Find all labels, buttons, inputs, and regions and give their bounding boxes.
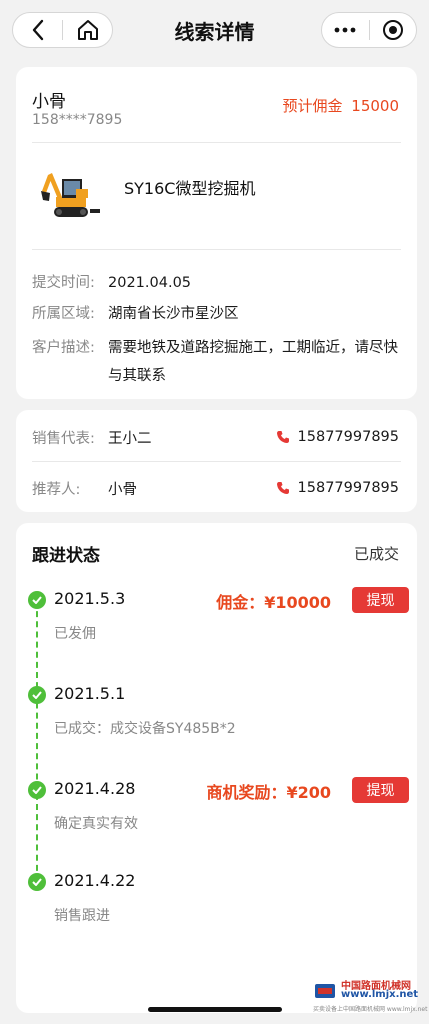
region-value: 湖南省长沙市星沙区 [108, 306, 239, 322]
check-circle-icon [28, 686, 46, 704]
lmjx-logo-icon [315, 984, 335, 998]
timeline-desc: 确定真实有效 [54, 816, 138, 832]
watermark-line2: www.lmjx.net [341, 989, 419, 1000]
sales-rep-label: 销售代表: [32, 430, 95, 447]
followup-title: 跟进状态 [32, 546, 100, 566]
excavator-image [41, 173, 100, 217]
navigation-bar: 线索详情 [0, 0, 429, 60]
phone-icon [276, 482, 289, 494]
product-name: SY16C微型挖掘机 [124, 179, 256, 198]
description-value: 需要地铁及道路挖掘施工，工期临近，请尽快与其联系 [108, 340, 398, 384]
contacts-card: 销售代表: 王小二 15877997895 推荐人: 小骨 1587799789… [16, 410, 417, 512]
submit-time-label: 提交时间: [32, 275, 95, 291]
region-row: 所属区域: 湖南省长沙市星沙区 [32, 300, 401, 328]
more-dots-icon [334, 27, 356, 33]
close-miniprogram-button[interactable] [369, 13, 416, 47]
divider [32, 461, 401, 462]
timeline-date: 2021.5.3 [54, 589, 126, 608]
timeline-amount: 商机奖励：¥200 [206, 783, 331, 802]
timeline-desc: 已发佣 [54, 626, 96, 642]
timeline-date: 2021.4.22 [54, 871, 136, 890]
deal-status: 已成交 [353, 545, 399, 563]
region-label: 所属区域: [32, 306, 95, 322]
commission-value: 15000 [351, 97, 399, 115]
divider [32, 249, 401, 250]
referrer-name: 小骨 [108, 481, 137, 498]
followup-card: 跟进状态 已成交 2021.5.3 佣金：¥10000 提现 已发佣 2021.… [16, 523, 417, 1013]
timeline-date: 2021.4.28 [54, 779, 136, 798]
more-button[interactable] [322, 13, 369, 47]
timeline-date: 2021.5.1 [54, 684, 126, 703]
customer-phone: 158****7895 [32, 112, 123, 128]
check-circle-icon [28, 781, 46, 799]
timeline-amount: 佣金：¥10000 [216, 593, 331, 612]
referrer-label: 推荐人: [32, 481, 81, 498]
timeline-line [36, 601, 38, 881]
home-indicator [148, 1007, 282, 1012]
withdraw-button[interactable]: 提现 [352, 777, 409, 803]
timeline-desc: 已成交：成交设备SY485B*2 [54, 721, 236, 737]
sales-rep-phone-link[interactable]: 15877997895 [276, 429, 399, 445]
commission-label: 预计佣金 [282, 97, 343, 115]
phone-icon [276, 431, 289, 443]
description-row: 客户描述: 需要地铁及道路挖掘施工，工期临近，请尽快与其联系 [32, 334, 401, 390]
submit-time-value: 2021.04.05 [108, 275, 192, 291]
referrer-phone: 15877997895 [297, 480, 399, 496]
target-circle-icon [382, 20, 403, 40]
sales-rep-phone: 15877997895 [297, 429, 399, 445]
lead-info-card: 小骨 158****7895 预计佣金 15000 SY16C微型挖掘机 提交时… [16, 67, 417, 399]
check-circle-icon [28, 591, 46, 609]
submit-time-row: 提交时间: 2021.04.05 [32, 269, 401, 297]
withdraw-button[interactable]: 提现 [352, 587, 409, 613]
check-circle-icon [28, 873, 46, 891]
estimated-commission: 预计佣金 15000 [278, 95, 399, 116]
divider [32, 142, 401, 143]
sales-rep-row: 销售代表: 王小二 15877997895 [32, 423, 401, 451]
customer-name: 小骨 [32, 92, 66, 112]
timeline-desc: 销售跟进 [54, 908, 110, 924]
nav-right-capsule [321, 12, 417, 48]
description-label: 客户描述: [32, 340, 95, 356]
referrer-row: 推荐人: 小骨 15877997895 [32, 474, 401, 502]
watermark: 中国路面机械网 www.lmjx.net 买卖设备上中国路面机械网 www.lm… [313, 977, 427, 1017]
watermark-line3: 买卖设备上中国路面机械网 www.lmjx.net [313, 1006, 428, 1013]
referrer-phone-link[interactable]: 15877997895 [276, 480, 399, 496]
sales-rep-name: 王小二 [108, 430, 152, 447]
